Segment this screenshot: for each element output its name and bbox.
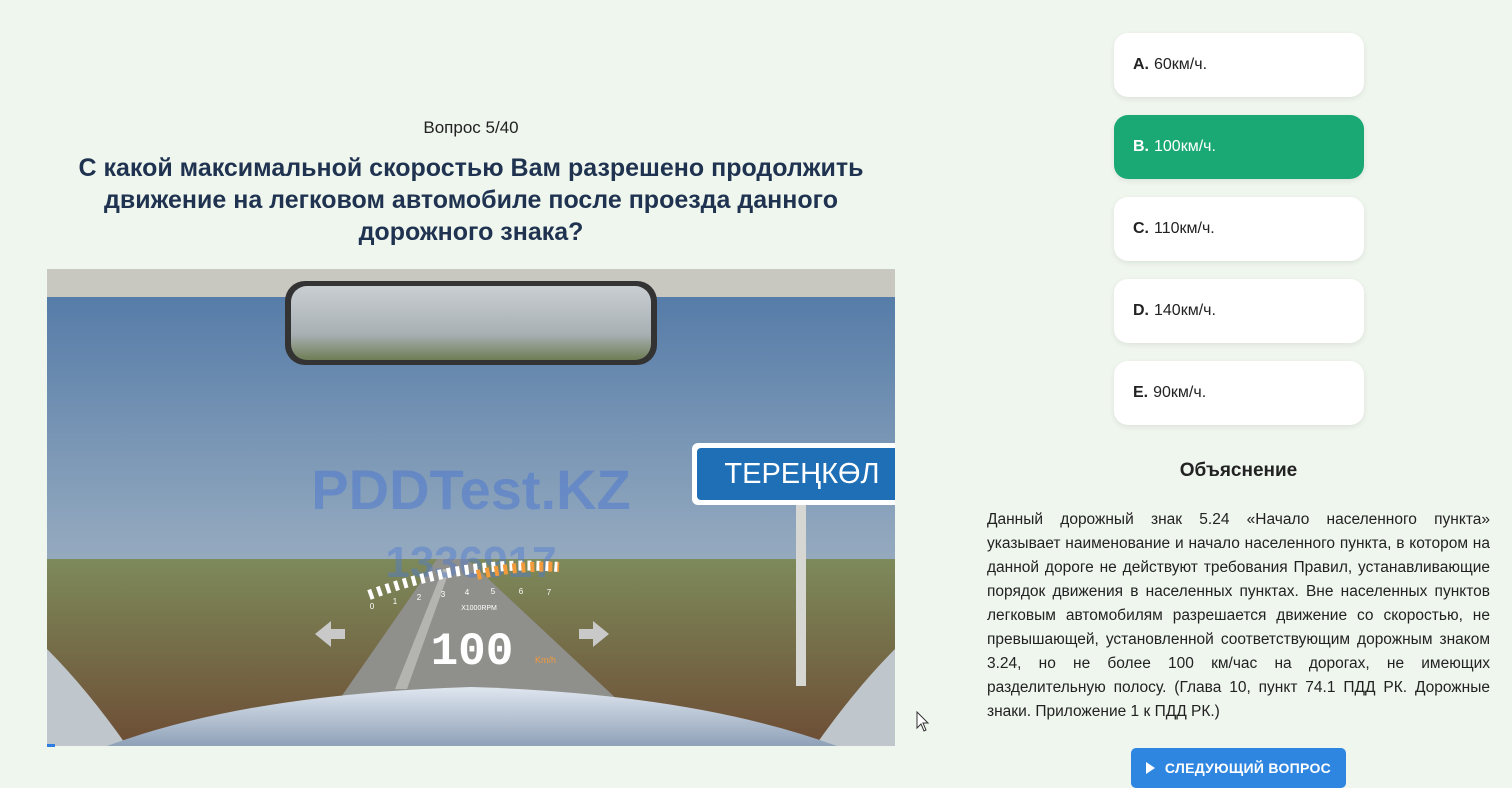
answer-letter: D. <box>1133 302 1149 319</box>
explanation-title: Объяснение <box>1179 460 1298 481</box>
answer-option-b[interactable]: B. 100км/ч. <box>1114 115 1364 179</box>
rpm-tick: 6 <box>519 587 524 596</box>
rpm-tick: 2 <box>417 593 422 602</box>
answer-list: A. 60км/ч. B. 100км/ч. C. 110км/ч. D. 14… <box>1114 33 1364 443</box>
answer-text: 100км/ч. <box>1154 138 1216 155</box>
question-text: С какой максимальной скоростью Вам разре… <box>78 154 864 246</box>
rpm-label: X1000RPM <box>461 605 497 612</box>
answer-option-a[interactable]: A. 60км/ч. <box>1114 33 1364 97</box>
question-progress <box>47 744 895 747</box>
watermark-text: PDDTest.KZ <box>311 458 630 521</box>
rpm-tick: 0 <box>370 602 375 611</box>
rpm-tick: 1 <box>393 597 398 606</box>
play-icon <box>1145 762 1155 774</box>
next-question-label: СЛЕДУЮЩИЙ ВОПРОС <box>1164 760 1332 776</box>
answer-text: 60км/ч. <box>1154 56 1208 73</box>
next-question-button[interactable]: СЛЕДУЮЩИЙ ВОПРОС <box>1131 748 1346 788</box>
rpm-tick: 7 <box>547 588 552 597</box>
sign-text: ТЕРЕҢКӨЛ <box>724 458 879 490</box>
answer-letter: E. <box>1133 384 1149 401</box>
progress-fill <box>47 744 56 747</box>
question-image: ТЕРЕҢКӨЛ PDDTest.KZ 1336917 0 1 2 3 4 5 … <box>47 269 895 746</box>
mouse-cursor-icon <box>916 711 930 732</box>
rpm-tick: 3 <box>441 590 446 599</box>
answer-text: 140км/ч. <box>1154 302 1216 319</box>
rpm-tick: 5 <box>491 587 496 596</box>
question-header: Вопрос 5/40 С какой максимальной скорост… <box>47 118 895 248</box>
answer-option-c[interactable]: C. 110км/ч. <box>1114 197 1364 261</box>
answer-text: 90км/ч. <box>1153 384 1207 401</box>
hud-unit: Km/h <box>535 655 556 665</box>
answer-letter: C. <box>1133 220 1149 237</box>
answer-option-e[interactable]: E. 90км/ч. <box>1114 361 1364 425</box>
answer-option-d[interactable]: D. 140км/ч. <box>1114 279 1364 343</box>
explanation-text: Данный дорожный знак 5.24 «Начало населе… <box>987 511 1490 720</box>
answer-letter: A. <box>1133 56 1149 73</box>
rpm-tick: 4 <box>465 588 470 597</box>
answer-letter: B. <box>1133 138 1149 155</box>
question-counter: Вопрос 5/40 <box>423 118 519 137</box>
hud-speed: 100 <box>431 626 514 678</box>
driving-scene: ТЕРЕҢКӨЛ PDDTest.KZ 1336917 0 1 2 3 4 5 … <box>47 269 895 746</box>
answer-text: 110км/ч. <box>1154 220 1215 237</box>
